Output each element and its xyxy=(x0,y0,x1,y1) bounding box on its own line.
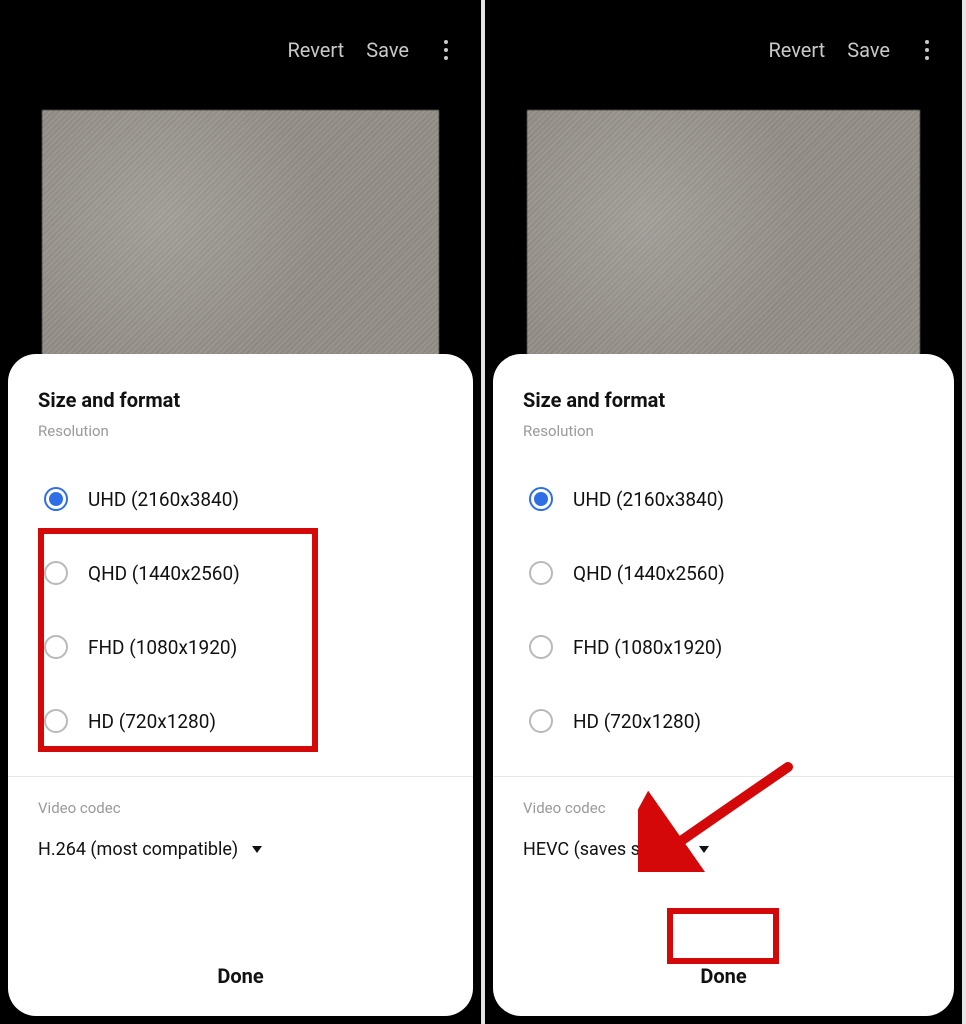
phone-left: Revert Save Size and format Resolution U… xyxy=(0,0,481,1024)
video-preview xyxy=(42,110,439,380)
resolution-label: Resolution xyxy=(523,422,924,440)
resolution-options: UHD (2160x3840) QHD (1440x2560) FHD (108… xyxy=(38,462,443,758)
editor-topbar: Revert Save xyxy=(0,0,481,100)
resolution-option-label: FHD (1080x1920) xyxy=(88,636,237,659)
resolution-options: UHD (2160x3840) QHD (1440x2560) FHD (108… xyxy=(523,462,924,758)
codec-label: Video codec xyxy=(523,799,924,817)
resolution-option-qhd[interactable]: QHD (1440x2560) xyxy=(523,536,924,610)
resolution-option-label: UHD (2160x3840) xyxy=(88,488,239,511)
resolution-option-label: HD (720x1280) xyxy=(573,710,701,733)
resolution-option-fhd[interactable]: FHD (1080x1920) xyxy=(523,610,924,684)
radio-icon xyxy=(529,561,553,585)
done-button[interactable]: Done xyxy=(203,956,277,996)
radio-icon xyxy=(529,635,553,659)
radio-icon xyxy=(529,487,553,511)
size-format-sheet: Size and format Resolution UHD (2160x384… xyxy=(493,354,954,1016)
resolution-option-hd[interactable]: HD (720x1280) xyxy=(523,684,924,758)
resolution-option-label: QHD (1440x2560) xyxy=(573,562,725,585)
resolution-option-qhd[interactable]: QHD (1440x2560) xyxy=(38,536,443,610)
more-options-icon[interactable] xyxy=(431,35,461,65)
codec-value: H.264 (most compatible) xyxy=(38,839,238,860)
radio-icon xyxy=(44,561,68,585)
sheet-title: Size and format xyxy=(38,388,443,412)
more-options-icon[interactable] xyxy=(912,35,942,65)
phone-right: Revert Save Size and format Resolution U… xyxy=(481,0,962,1024)
size-format-sheet: Size and format Resolution UHD (2160x384… xyxy=(8,354,473,1016)
resolution-option-label: HD (720x1280) xyxy=(88,710,216,733)
codec-label: Video codec xyxy=(38,799,443,817)
divider xyxy=(493,776,954,777)
resolution-option-fhd[interactable]: FHD (1080x1920) xyxy=(38,610,443,684)
editor-topbar: Revert Save xyxy=(485,0,962,100)
sheet-title: Size and format xyxy=(523,388,924,412)
save-button[interactable]: Save xyxy=(847,38,890,62)
resolution-option-label: UHD (2160x3840) xyxy=(573,488,724,511)
resolution-option-uhd[interactable]: UHD (2160x3840) xyxy=(523,462,924,536)
done-button[interactable]: Done xyxy=(686,956,760,996)
resolution-option-label: FHD (1080x1920) xyxy=(573,636,722,659)
resolution-option-label: QHD (1440x2560) xyxy=(88,562,240,585)
save-button[interactable]: Save xyxy=(366,38,409,62)
resolution-label: Resolution xyxy=(38,422,443,440)
resolution-option-hd[interactable]: HD (720x1280) xyxy=(38,684,443,758)
revert-button[interactable]: Revert xyxy=(768,38,825,62)
resolution-option-uhd[interactable]: UHD (2160x3840) xyxy=(38,462,443,536)
radio-icon xyxy=(44,635,68,659)
radio-icon xyxy=(529,709,553,733)
codec-dropdown[interactable]: H.264 (most compatible) xyxy=(38,839,443,860)
revert-button[interactable]: Revert xyxy=(287,38,344,62)
codec-value: HEVC (saves space) xyxy=(523,839,685,860)
comparison-stage: Revert Save Size and format Resolution U… xyxy=(0,0,966,1024)
divider xyxy=(8,776,473,777)
chevron-down-icon xyxy=(252,846,262,853)
codec-dropdown[interactable]: HEVC (saves space) xyxy=(523,839,924,860)
radio-icon xyxy=(44,709,68,733)
radio-icon xyxy=(44,487,68,511)
chevron-down-icon xyxy=(699,846,709,853)
video-preview xyxy=(527,110,920,380)
